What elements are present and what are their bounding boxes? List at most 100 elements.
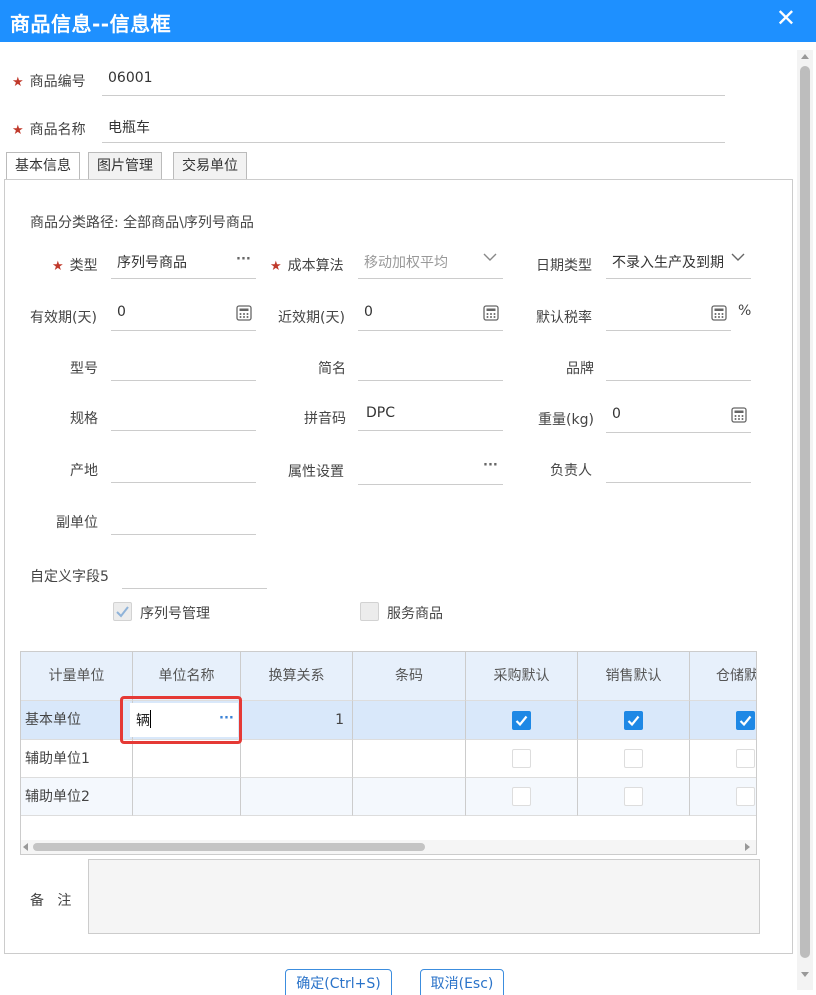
model-input[interactable] [111,380,256,381]
pinyin-label: 拼音码 [304,411,346,427]
sale-default-checkbox[interactable] [624,749,643,768]
service-goods-checkbox[interactable] [360,602,379,621]
table-horizontal-scrollbar[interactable] [21,840,756,854]
origin-input[interactable] [111,482,256,483]
owner-label: 负责人 [550,463,592,479]
table-cell-ratio[interactable] [241,778,353,816]
ellipsis-icon[interactable]: ··· [483,459,498,473]
tab-trade-units[interactable]: 交易单位 [173,152,247,180]
table-cell-barcode[interactable] [353,740,466,778]
type-input[interactable]: 序列号商品 [117,252,187,272]
required-star-icon: ★ [270,259,282,274]
scrollbar-thumb[interactable] [33,843,425,851]
attr-setting-input[interactable] [358,484,503,485]
date-type-select[interactable]: 不录入生产及到期 [612,252,726,272]
check-icon [739,715,752,727]
product-code-label: ★ 商品编号 [12,74,86,90]
purchase-default-checkbox[interactable] [512,749,531,768]
table-cell-unit-name[interactable] [133,778,241,816]
date-type-label: 日期类型 [536,258,592,274]
near-validity-underline [358,330,503,331]
date-type-underline [606,278,751,279]
spec-input[interactable] [111,430,256,431]
purchase-default-checkbox[interactable] [512,787,531,806]
table-row-unit: 基本单位 [21,701,133,740]
required-star-icon: ★ [12,123,24,138]
origin-label: 产地 [70,463,98,479]
col-header-sale-default: 销售默认 [578,652,690,701]
sale-default-checkbox[interactable] [624,787,643,806]
chevron-down-icon[interactable] [731,252,745,266]
col-header-unit: 计量单位 [21,652,133,701]
calculator-icon[interactable] [483,305,499,325]
highlight-box [120,696,242,744]
storage-default-checkbox[interactable] [736,749,755,768]
ellipsis-icon[interactable]: ··· [236,253,251,267]
tab-basic-info[interactable]: 基本信息 [6,152,80,181]
custom-field5-label: 自定义字段5 [30,569,109,585]
product-code-input[interactable]: 06001 [108,70,153,86]
brand-input[interactable] [606,380,751,381]
default-tax-label: 默认税率 [536,310,592,326]
near-validity-label: 近效期(天) [278,310,345,326]
scroll-right-icon[interactable] [745,843,750,851]
required-star-icon: ★ [52,259,64,274]
check-icon [116,606,129,618]
validity-label: 有效期(天) [30,310,97,326]
col-header-storage-default: 仓储默认 [690,652,756,701]
dialog-titlebar: 商品信息--信息框 ✕ [0,0,816,42]
sale-default-checkbox[interactable] [624,711,643,730]
col-header-ratio: 换算关系 [241,652,353,701]
product-name-label: ★ 商品名称 [12,122,86,138]
col-header-barcode: 条码 [353,652,466,701]
remark-label: 备 注 [30,893,72,909]
near-validity-input[interactable]: 0 [364,304,373,320]
close-icon[interactable]: ✕ [776,5,796,31]
product-name-input[interactable]: 电瓶车 [108,117,150,137]
unit-table: 计量单位 单位名称 换算关系 条码 采购默认 销售默认 仓储默认 基本单位 1 … [20,651,757,855]
table-cell-ratio[interactable] [241,740,353,778]
cancel-button[interactable]: 取消(Esc) [420,969,504,995]
calculator-icon[interactable] [236,305,252,325]
serial-mgmt-checkbox[interactable] [113,602,132,621]
short-name-input[interactable] [358,380,503,381]
scroll-down-icon[interactable] [801,972,809,977]
scrollbar-thumb[interactable] [800,66,810,958]
attr-setting-label: 属性设置 [288,464,344,480]
weight-underline [606,432,751,433]
validity-underline [111,330,256,331]
confirm-button[interactable]: 确定(Ctrl+S) [285,969,392,995]
table-cell-barcode[interactable] [353,778,466,816]
validity-input[interactable]: 0 [117,304,126,320]
table-cell-ratio[interactable]: 1 [241,701,353,740]
custom-field5-input[interactable] [122,588,267,589]
type-label: ★ 类型 [52,258,98,274]
scroll-up-icon[interactable] [801,54,809,59]
col-header-unit-name: 单位名称 [133,652,241,701]
calculator-icon[interactable] [731,407,747,427]
scroll-left-icon[interactable] [23,843,28,851]
percent-suffix: % [738,303,752,319]
table-cell-barcode[interactable] [353,701,466,740]
short-name-label: 简名 [318,361,346,377]
owner-input[interactable] [606,482,751,483]
sub-unit-input[interactable] [111,534,256,535]
cost-method-label: ★ 成本算法 [270,258,344,274]
cost-method-underline [358,278,503,279]
sub-unit-label: 副单位 [56,515,98,531]
type-underline [111,278,256,279]
cost-method-select[interactable]: 移动加权平均 [364,252,448,272]
remark-textarea[interactable] [88,859,760,934]
tab-image-management[interactable]: 图片管理 [88,152,162,180]
table-cell-unit-name[interactable] [133,740,241,778]
table-row-unit: 辅助单位2 [21,778,133,816]
pinyin-underline [358,430,503,431]
storage-default-checkbox[interactable] [736,787,755,806]
calculator-icon[interactable] [711,305,727,325]
pinyin-input[interactable]: DPC [366,405,395,421]
storage-default-checkbox[interactable] [736,711,755,730]
chevron-down-icon[interactable] [483,252,497,266]
page-vertical-scrollbar[interactable] [797,50,813,990]
purchase-default-checkbox[interactable] [512,711,531,730]
weight-input[interactable]: 0 [612,406,621,422]
